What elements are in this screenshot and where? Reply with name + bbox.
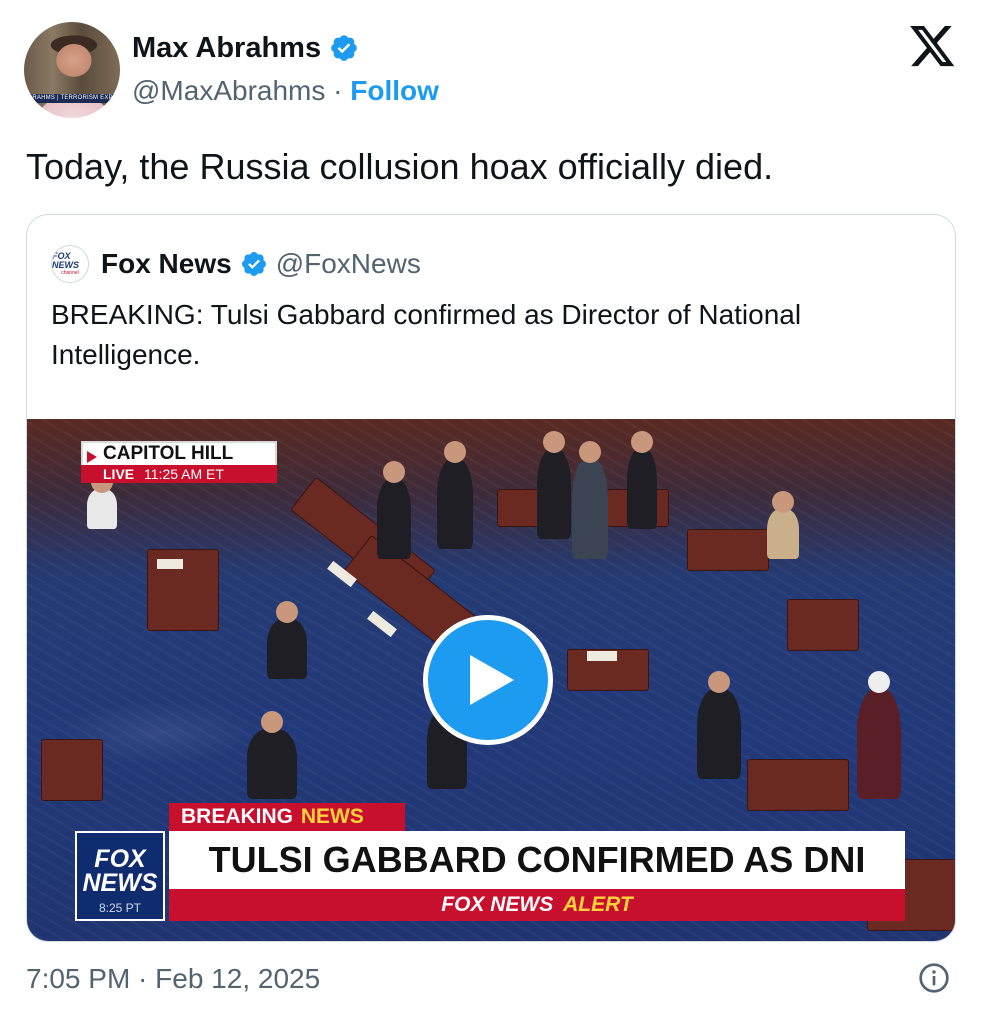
author-name-row[interactable]: Max Abrahms <box>132 30 439 66</box>
fox-news-logo: FOX NEWS 8:25 PT <box>75 831 165 921</box>
breaking-label: BREAKING <box>181 805 294 828</box>
papers <box>157 559 183 569</box>
quoted-author-name[interactable]: Fox News <box>101 248 232 280</box>
quoted-text: BREAKING: Tulsi Gabbard confirmed as Dir… <box>51 299 802 370</box>
location-bug: CAPITOL HILL LIVE 11:25 AM ET <box>81 441 277 483</box>
verified-badge-icon <box>331 35 357 61</box>
senate-desk <box>787 599 859 651</box>
fox-avatar-sub: channel <box>61 270 79 276</box>
follow-button[interactable]: Follow <box>350 75 439 106</box>
senator-figure <box>537 431 571 539</box>
author-handle-row: @MaxAbrahms · Follow <box>132 74 439 108</box>
breaking-news-label: NEWS <box>300 805 364 828</box>
video-player[interactable]: CAPITOL HILL LIVE 11:25 AM ET BREAKING N… <box>27 419 955 941</box>
verified-badge-icon <box>241 252 266 276</box>
live-bar: LIVE 11:25 AM ET <box>81 465 277 483</box>
avatar-banner-text: ABRAHMS | TERRORISM EXPERT <box>24 94 120 103</box>
quoted-author-handle[interactable]: @FoxNews <box>276 248 421 280</box>
tweet-timestamp[interactable]: 7:05 PM · Feb 12, 2025 <box>26 962 320 996</box>
fox-avatar-text: FOX NEWS <box>52 251 79 270</box>
breaking-news-tag: BREAKING NEWS <box>169 803 405 831</box>
senate-desk <box>41 739 103 801</box>
chyron-headline: TULSI GABBARD CONFIRMED AS DNI <box>169 831 905 889</box>
senator-figure <box>767 491 799 559</box>
alert-prefix: FOX NEWS <box>441 893 554 916</box>
fox-news-avatar[interactable]: FOX NEWS channel <box>51 245 89 283</box>
tweet-embed: ABRAHMS | TERRORISM EXPERT Max Abrahms @… <box>0 0 988 1020</box>
live-time: 11:25 AM ET <box>144 466 224 482</box>
alert-suffix: ALERT <box>563 893 633 916</box>
play-icon <box>470 655 514 705</box>
fox-logo-time: 8:25 PT <box>98 901 142 915</box>
chyron: BREAKING NEWS FOX NEWS 8:25 PT TULSI GAB… <box>75 803 905 921</box>
author-name[interactable]: Max Abrahms <box>132 30 321 66</box>
author-avatar[interactable]: ABRAHMS | TERRORISM EXPERT <box>24 22 120 118</box>
fox-news-alert-bar: FOX NEWS ALERT <box>169 889 905 921</box>
live-label: LIVE <box>103 466 135 482</box>
senator-figure <box>572 441 608 559</box>
senator-figure <box>377 461 411 559</box>
tweet-text: Today, the Russia collusion hoax officia… <box>26 146 774 187</box>
fox-logo-text: FOX NEWS <box>82 845 158 897</box>
author-handle[interactable]: @MaxAbrahms <box>132 75 325 106</box>
papers <box>587 651 617 661</box>
senator-figure <box>87 471 117 529</box>
separator-dot: · <box>333 75 343 106</box>
author-block: Max Abrahms @MaxAbrahms · Follow <box>132 30 439 108</box>
senator-figure <box>697 671 741 779</box>
location-label: CAPITOL HILL <box>103 443 234 464</box>
x-logo-icon[interactable] <box>910 26 956 68</box>
senator-figure <box>627 431 657 529</box>
quoted-header: FOX NEWS channel Fox News @FoxNews <box>51 245 421 283</box>
location-triangle-icon <box>87 451 97 463</box>
senator-figure <box>857 671 901 799</box>
senator-figure <box>437 441 473 549</box>
quoted-tweet[interactable]: FOX NEWS channel Fox News @FoxNews BREAK… <box>26 214 956 942</box>
senator-figure <box>267 601 307 679</box>
info-icon[interactable] <box>918 962 950 994</box>
papers <box>367 610 397 638</box>
senate-desk <box>687 529 769 571</box>
play-button[interactable] <box>423 615 553 745</box>
senator-figure <box>247 711 297 799</box>
